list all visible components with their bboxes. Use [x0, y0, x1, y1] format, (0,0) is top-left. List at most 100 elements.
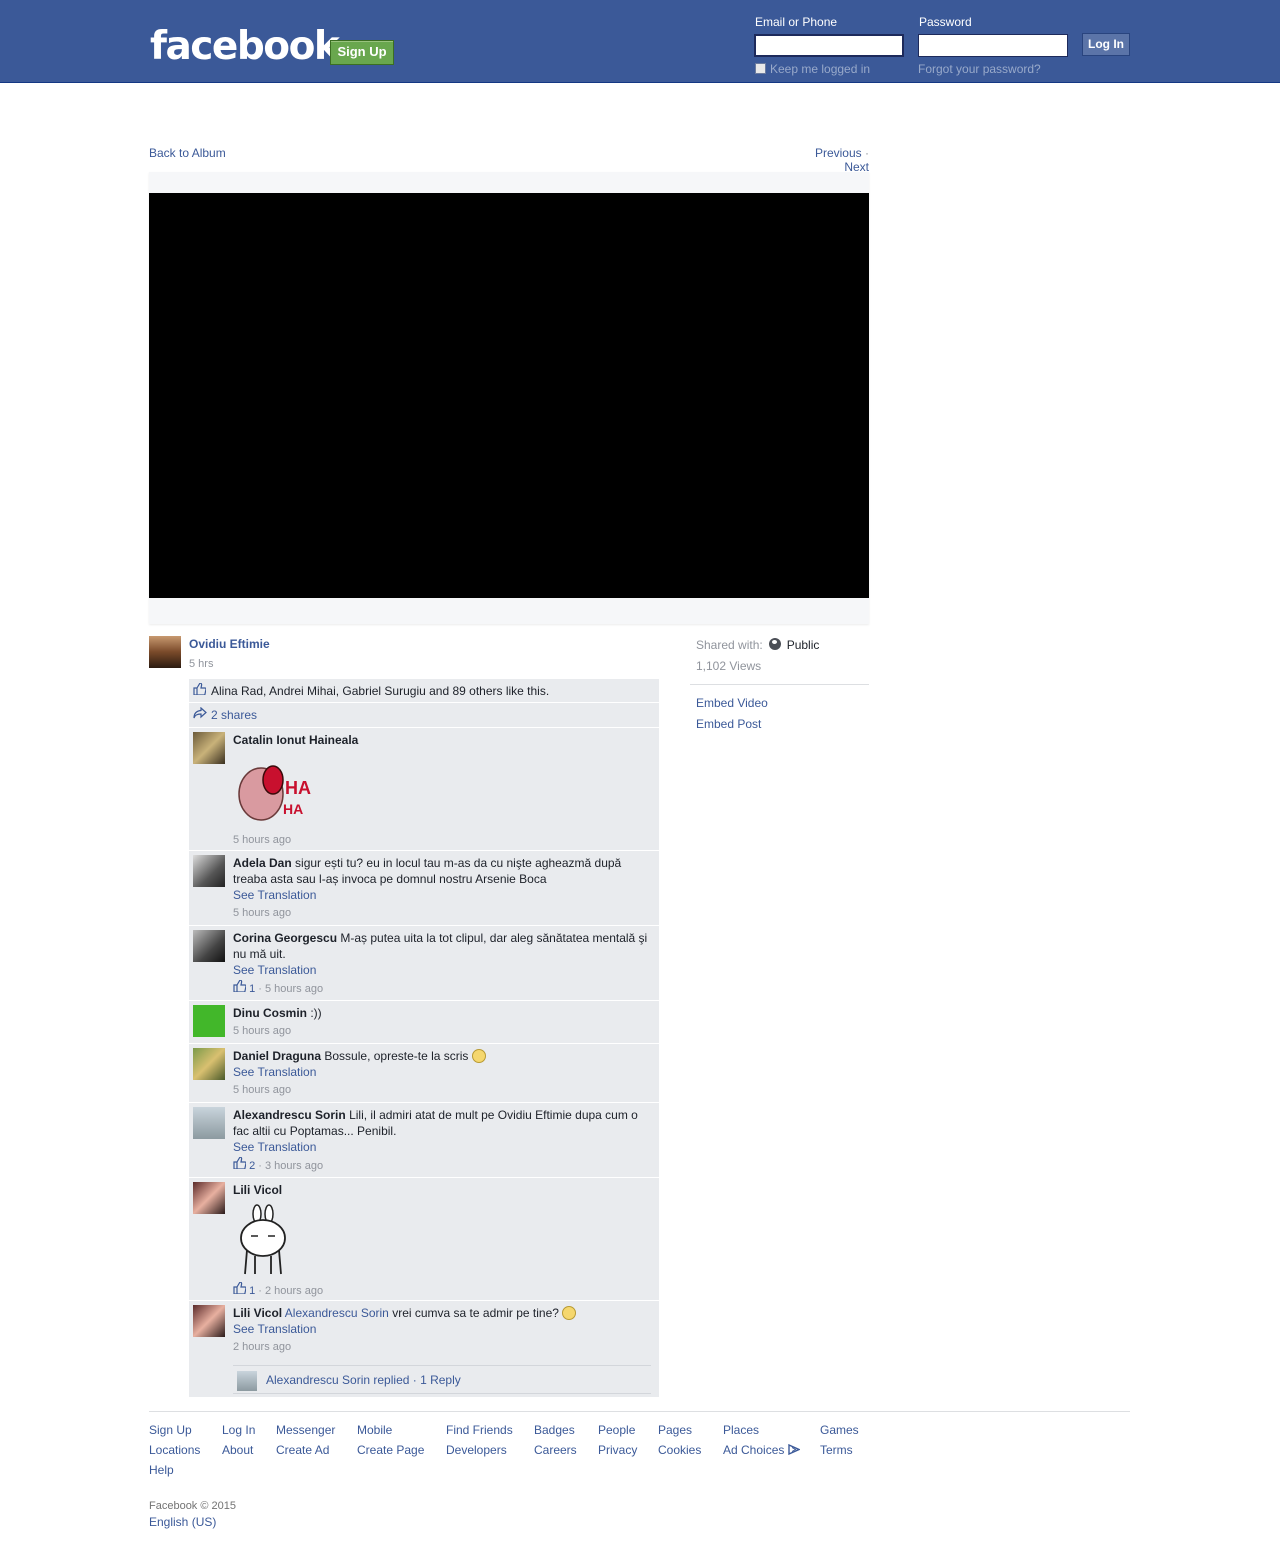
embed-post-link[interactable]: Embed Post: [696, 717, 761, 731]
commenter-name[interactable]: Lili Vicol: [233, 1306, 282, 1320]
shares-summary[interactable]: 2 shares: [189, 703, 659, 728]
facebook-logo[interactable]: facebook: [150, 24, 340, 70]
footer-link[interactable]: Create Page: [357, 1443, 424, 1457]
ad-choices-icon: [788, 1443, 801, 1456]
footer-link[interactable]: Cookies: [658, 1443, 701, 1457]
footer-link[interactable]: Careers: [534, 1443, 577, 1457]
comment-like-count[interactable]: 2: [249, 1160, 255, 1172]
comment-item: Corina Georgescu M-aș putea uita la tot …: [189, 926, 659, 1001]
commenter-name[interactable]: Corina Georgescu: [233, 931, 337, 945]
sign-up-button[interactable]: Sign Up: [330, 40, 394, 65]
shares-link[interactable]: 2 shares: [211, 708, 257, 722]
commenter-avatar[interactable]: [193, 732, 225, 764]
back-to-album-link[interactable]: Back to Album: [149, 146, 226, 160]
likes-summary[interactable]: Alina Rad, Andrei Mihai, Gabriel Surugiu…: [189, 679, 659, 703]
commenter-avatar[interactable]: [193, 1107, 225, 1139]
footer-link[interactable]: Locations: [149, 1443, 200, 1457]
ad-choices-link[interactable]: Ad Choices: [723, 1443, 801, 1457]
comment-meta: 2 · 3 hours ago: [233, 1157, 651, 1174]
replies-row[interactable]: Alexandrescu Sorin replied · 1 Reply: [233, 1365, 651, 1394]
log-in-button[interactable]: Log In: [1082, 33, 1130, 56]
comment-item: Alexandrescu Sorin Lili, il admiri atat …: [189, 1103, 659, 1178]
comment-item: Adela Dan sigur ești tu? eu in locul tau…: [189, 851, 659, 926]
comment-time[interactable]: · 2 hours ago: [258, 1285, 323, 1297]
svg-text:HA: HA: [283, 801, 303, 817]
author-name[interactable]: Ovidiu Eftimie: [189, 637, 270, 651]
commenter-avatar[interactable]: [193, 1305, 225, 1337]
commenter-avatar[interactable]: [193, 930, 225, 962]
comment-time[interactable]: 5 hours ago: [233, 1084, 291, 1096]
comment-like-count[interactable]: 1: [249, 1285, 255, 1297]
commenter-avatar[interactable]: [193, 1182, 225, 1214]
footer-link[interactable]: Pages: [658, 1423, 692, 1437]
forgot-password-link[interactable]: Forgot your password?: [918, 62, 1041, 76]
commenter-name[interactable]: Catalin Ionut Haineala: [233, 733, 358, 747]
footer-link[interactable]: People: [598, 1423, 635, 1437]
comment-item: Lili Vicol Alexandrescu Sorin vrei cumva…: [189, 1301, 659, 1397]
sidebar-divider: [690, 684, 869, 685]
comments-panel: Alina Rad, Andrei Mihai, Gabriel Surugiu…: [189, 679, 659, 1397]
copyright: Facebook © 2015: [149, 1500, 236, 1512]
comment-like-count[interactable]: 1: [249, 983, 255, 995]
commenter-avatar[interactable]: [193, 1048, 225, 1080]
footer-link[interactable]: Developers: [446, 1443, 507, 1457]
comment-text: Bossule, opreste-te la scris: [324, 1049, 469, 1063]
footer-link[interactable]: Mobile: [357, 1423, 392, 1437]
comment-time[interactable]: · 3 hours ago: [258, 1160, 323, 1172]
footer-link[interactable]: Badges: [534, 1423, 575, 1437]
footer-link[interactable]: Create Ad: [276, 1443, 329, 1457]
replies-link[interactable]: Alexandrescu Sorin replied · 1 Reply: [266, 1373, 461, 1387]
comment-item: Catalin Ionut Haineala HA HA 5 hours ago: [189, 728, 659, 851]
commenter-name[interactable]: Adela Dan: [233, 856, 292, 870]
comment-text: :)): [310, 1006, 322, 1020]
footer-link[interactable]: Places: [723, 1423, 759, 1437]
keep-logged-in-checkbox[interactable]: [755, 63, 766, 74]
comment-meta: 5 hours ago: [233, 905, 651, 921]
embed-video-link[interactable]: Embed Video: [696, 696, 768, 710]
password-input[interactable]: [918, 34, 1068, 57]
post-timestamp[interactable]: 5 hrs: [189, 658, 213, 670]
comment-time[interactable]: 5 hours ago: [233, 907, 291, 919]
language-link[interactable]: English (US): [149, 1515, 216, 1529]
see-translation-link[interactable]: See Translation: [233, 1139, 651, 1155]
see-translation-link[interactable]: See Translation: [233, 962, 651, 978]
footer-link[interactable]: About: [222, 1443, 253, 1457]
like-icon: [193, 683, 206, 695]
frown-emoji-icon: [562, 1306, 577, 1320]
email-label: Email or Phone: [755, 15, 838, 29]
footer-link[interactable]: Sign Up: [149, 1423, 192, 1437]
comment-time[interactable]: 5 hours ago: [233, 1025, 291, 1037]
commenter-avatar[interactable]: [193, 1005, 225, 1037]
see-translation-link[interactable]: See Translation: [233, 887, 651, 903]
commenter-name[interactable]: Daniel Draguna: [233, 1049, 321, 1063]
see-translation-link[interactable]: See Translation: [233, 1321, 651, 1337]
commenter-name[interactable]: Dinu Cosmin: [233, 1006, 307, 1020]
svg-text:HA: HA: [285, 778, 311, 798]
comment-time[interactable]: 5 hours ago: [233, 834, 291, 846]
video-player[interactable]: [149, 193, 869, 598]
ad-choices-label: Ad Choices: [723, 1443, 785, 1457]
like-icon: [233, 1282, 246, 1294]
commenter-name[interactable]: Lili Vicol: [233, 1183, 282, 1197]
keep-logged-in[interactable]: Keep me logged in: [755, 62, 870, 76]
commenter-avatar[interactable]: [193, 855, 225, 887]
footer-link[interactable]: Messenger: [276, 1423, 335, 1437]
footer-link[interactable]: Terms: [820, 1443, 853, 1457]
email-input[interactable]: [754, 34, 904, 57]
author-avatar[interactable]: [149, 636, 181, 668]
footer-link[interactable]: Find Friends: [446, 1423, 513, 1437]
footer-link[interactable]: Help: [149, 1463, 174, 1477]
footer-link[interactable]: Games: [820, 1423, 859, 1437]
globe-icon: [768, 638, 781, 650]
previous-link[interactable]: Previous: [815, 146, 862, 160]
shared-with: Shared with: Public: [696, 638, 819, 652]
comment-time[interactable]: 2 hours ago: [233, 1341, 291, 1353]
footer-link[interactable]: Log In: [222, 1423, 255, 1437]
footer-link[interactable]: Privacy: [598, 1443, 637, 1457]
mention-link[interactable]: Alexandrescu Sorin: [285, 1306, 389, 1320]
top-bar: facebook Sign Up Email or Phone Password…: [0, 0, 1280, 83]
commenter-name[interactable]: Alexandrescu Sorin: [233, 1108, 346, 1122]
comment-time[interactable]: · 5 hours ago: [258, 983, 323, 995]
see-translation-link[interactable]: See Translation: [233, 1064, 651, 1080]
privacy-value: Public: [786, 638, 820, 652]
